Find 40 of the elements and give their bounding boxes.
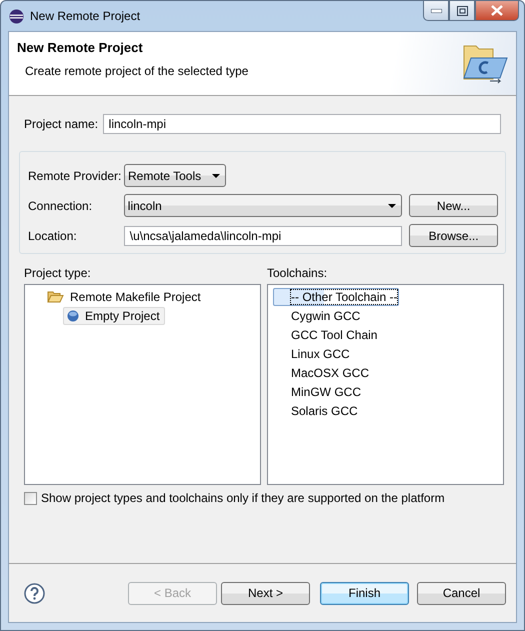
minimize-button[interactable] — [423, 1, 449, 21]
close-icon — [491, 5, 503, 16]
tree-item[interactable]: Remote Makefile Project — [43, 288, 206, 306]
close-button[interactable] — [475, 1, 519, 21]
help-icon[interactable] — [24, 582, 45, 604]
window-title: New Remote Project — [30, 9, 140, 23]
toolchain-item[interactable]: Cygwin GCC — [291, 308, 360, 322]
maximize-button[interactable] — [449, 1, 475, 21]
circle-icon — [67, 310, 79, 322]
location-label: Location: — [28, 228, 78, 242]
sphere-icon — [9, 8, 24, 24]
toolchain-item[interactable]: Linux GCC — [291, 346, 350, 360]
connection-label: Connection: — [28, 198, 94, 212]
dialog-button[interactable]: Finish — [320, 582, 409, 604]
toolchains-label: Toolchains: — [267, 266, 328, 280]
project-name-label: Project name: — [24, 117, 100, 131]
toolchain-item[interactable]: MacOSX GCC — [291, 366, 370, 380]
filter-checkbox[interactable] — [24, 492, 37, 504]
project-type-label: Project type: — [24, 266, 91, 280]
toolchain-item[interactable]: Solaris GCC — [291, 404, 358, 418]
dialog-button[interactable]: Cancel — [417, 582, 506, 604]
toolchain-item[interactable]: GCC Tool Chain — [291, 328, 378, 342]
project-name-field[interactable]: lincoln-mpi — [102, 114, 501, 134]
location-field[interactable]: \u\ncsa\jalameda\lincoln-mpi — [124, 226, 402, 246]
header-description: Create remote project of the selected type — [25, 64, 248, 78]
new-button[interactable]: New... — [409, 194, 498, 217]
minimize-icon — [430, 8, 442, 12]
filter-label: Show project types and toolchains only if they are supported on the platform — [41, 491, 445, 505]
toolchain-item[interactable]: -- Other Toolchain -- — [273, 288, 400, 306]
caret-icon — [212, 174, 220, 178]
tree-item[interactable]: Empty Project — [63, 306, 165, 324]
toolchain-item[interactable]: MinGW GCC — [291, 384, 361, 398]
maximize-icon — [456, 6, 468, 16]
connection-dropdown[interactable]: lincoln — [124, 194, 402, 217]
browse-button[interactable]: Browse... — [409, 224, 498, 247]
remote-provider-label: Remote Provider: — [28, 168, 122, 182]
caret-icon — [388, 204, 396, 208]
remote-provider-dropdown[interactable]: Remote Tools — [124, 164, 226, 187]
header-title: New Remote Project — [17, 40, 144, 55]
dialog-button[interactable]: Next > — [221, 582, 310, 604]
